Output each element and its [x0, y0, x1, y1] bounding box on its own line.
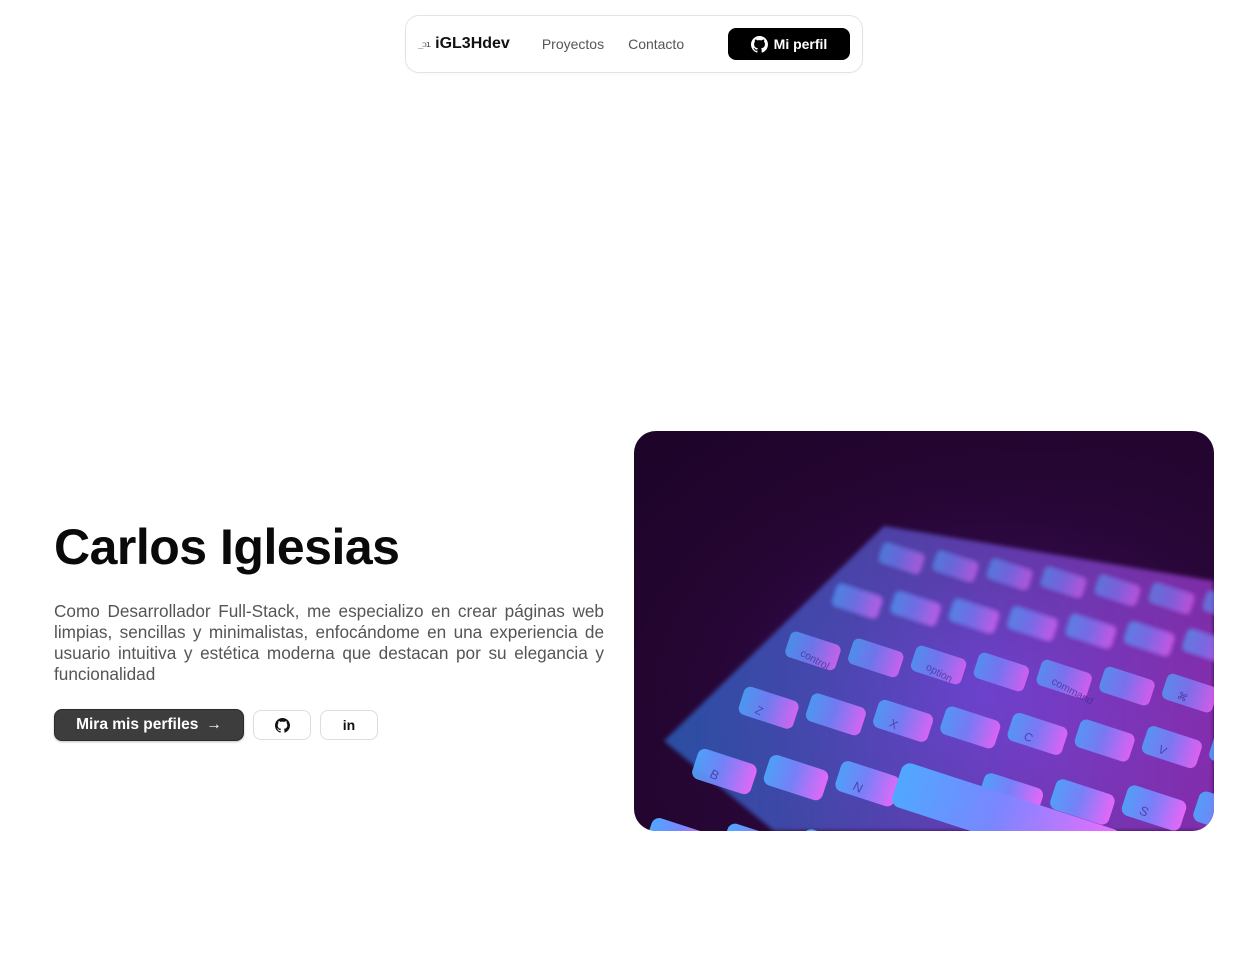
- nav-link-proyectos[interactable]: Proyectos: [542, 36, 604, 52]
- arrow-right-icon: →: [206, 716, 222, 733]
- hero-description: Como Desarrollador Full-Stack, me especi…: [54, 601, 604, 684]
- brand-logo[interactable]: _ᴐı iGL3Hdev: [418, 35, 510, 53]
- hero-title: Carlos Iglesias: [54, 519, 400, 575]
- linkedin-link-button[interactable]: in: [320, 710, 378, 740]
- nav-links: Proyectos Contacto: [542, 36, 684, 52]
- github-link-button[interactable]: [253, 710, 311, 740]
- linkedin-icon: in: [342, 717, 356, 733]
- github-icon: [274, 717, 290, 733]
- top-navbar: _ᴐı iGL3Hdev Proyectos Contacto Mi perfi…: [405, 15, 863, 73]
- view-profiles-label: Mira mis perfiles: [76, 716, 199, 733]
- profile-button[interactable]: Mi perfil: [728, 28, 850, 60]
- nav-link-contacto[interactable]: Contacto: [628, 36, 684, 52]
- hero-keyboard-image: controloptioncommand⌘ZXCVBNASDFGH: [634, 431, 1214, 831]
- brand-icon: _ᴐı: [418, 39, 431, 50]
- profile-button-label: Mi perfil: [773, 36, 828, 52]
- brand-name: iGL3Hdev: [435, 35, 510, 52]
- keyboard-illustration: controloptioncommand⌘ZXCVBNASDFGH: [634, 431, 1214, 831]
- hero-section: Carlos Iglesias Como Desarrollador Full-…: [54, 520, 604, 741]
- hero-actions: Mira mis perfiles → in: [54, 709, 604, 741]
- github-icon: [750, 35, 768, 53]
- view-profiles-button[interactable]: Mira mis perfiles →: [54, 709, 244, 741]
